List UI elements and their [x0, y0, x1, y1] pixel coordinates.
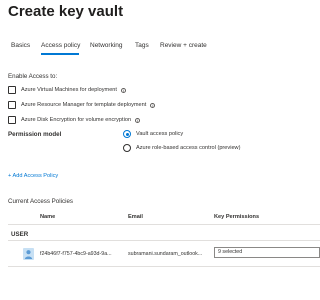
disk-encryption-checkbox[interactable] — [8, 116, 16, 124]
group-divider — [8, 240, 320, 241]
active-tab-indicator — [41, 53, 79, 55]
arm-deployment-checkbox[interactable] — [8, 101, 16, 109]
tab-access-policy[interactable]: Access policy — [41, 42, 80, 49]
tab-review-create[interactable]: Review + create — [160, 42, 207, 49]
row-email-cell: subramani.sundaram_outlook... — [128, 251, 203, 257]
tab-tags[interactable]: Tags — [135, 42, 149, 49]
vault-access-policy-label: Vault access policy — [136, 131, 184, 137]
checkbox-row-disk-encryption[interactable]: Azure Disk Encryption for volume encrypt… — [8, 115, 141, 125]
tab-basics[interactable]: Basics — [11, 42, 30, 49]
page-title: Create key vault — [8, 3, 124, 20]
checkbox-row-arm-deployment[interactable]: Azure Resource Manager for template depl… — [8, 100, 156, 110]
user-avatar-icon — [23, 247, 34, 260]
info-icon[interactable]: i — [120, 87, 126, 93]
row-divider — [8, 266, 320, 267]
radio-row-vault-access-policy[interactable]: Vault access policy — [123, 129, 183, 139]
user-group-label: USER — [11, 231, 29, 238]
info-icon[interactable]: i — [135, 117, 141, 123]
vm-deployment-checkbox[interactable] — [8, 86, 16, 94]
enable-access-label: Enable Access to: — [8, 73, 58, 80]
table-header-divider — [8, 224, 320, 225]
row-name-cell[interactable]: f24b46f7-f757-4bc9-a93d-9a... — [40, 251, 112, 257]
disk-encryption-label: Azure Disk Encryption for volume encrypt… — [21, 117, 132, 123]
vault-access-policy-radio[interactable] — [123, 130, 131, 138]
checkbox-row-vm-deployment[interactable]: Azure Virtual Machines for deployment i — [8, 85, 126, 95]
radio-row-rbac[interactable]: Azure role-based access control (preview… — [123, 143, 240, 153]
column-header-key-permissions[interactable]: Key Permissions — [214, 214, 259, 220]
current-access-policies-label: Current Access Policies — [8, 198, 73, 205]
arm-deployment-label: Azure Resource Manager for template depl… — [21, 102, 147, 108]
info-icon[interactable]: i — [150, 102, 156, 108]
vm-deployment-label: Azure Virtual Machines for deployment — [21, 87, 117, 93]
permission-model-label: Permission model — [8, 131, 62, 138]
add-access-policy-link[interactable]: + Add Access Policy — [8, 173, 58, 179]
tab-networking[interactable]: Networking — [90, 42, 123, 49]
rbac-label: Azure role-based access control (preview… — [136, 145, 241, 151]
column-header-name[interactable]: Name — [40, 214, 55, 220]
rbac-radio[interactable] — [123, 144, 131, 152]
key-permissions-dropdown[interactable]: 9 selected — [214, 247, 320, 258]
column-header-email[interactable]: Email — [128, 214, 143, 220]
